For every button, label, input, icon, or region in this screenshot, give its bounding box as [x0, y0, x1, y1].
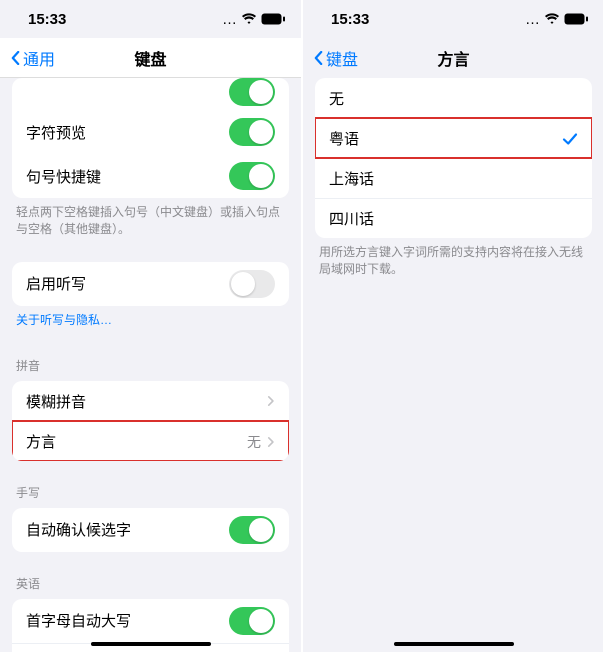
- back-label: 通用: [23, 46, 55, 70]
- row-label: 上海话: [329, 168, 578, 189]
- navbar: 通用 键盘: [0, 38, 301, 78]
- home-indicator: [394, 642, 514, 646]
- setting-row: 字符预览: [12, 110, 289, 154]
- cellular-icon: …: [525, 11, 540, 28]
- screen-keyboard-settings: 15:33 … 通用 键盘 字符预览句号快捷键 轻点两下空格键插入句号（中文键盘…: [0, 0, 301, 652]
- cellular-icon: …: [222, 11, 237, 28]
- setting-row: 首字母自动大写: [12, 599, 289, 643]
- setting-row: 自动确认候选字: [12, 508, 289, 552]
- row-label: 首字母自动大写: [26, 610, 229, 631]
- toggle-switch[interactable]: [229, 607, 275, 635]
- row-label: 字符预览: [26, 122, 229, 143]
- row-label: 无: [329, 88, 578, 109]
- status-time: 15:33: [28, 11, 66, 28]
- wifi-icon: [241, 13, 257, 25]
- section-header-english: 英语: [0, 570, 301, 599]
- battery-icon: [261, 13, 285, 25]
- dialect-option[interactable]: 四川话: [315, 198, 592, 238]
- nav-row[interactable]: 模糊拼音: [12, 381, 289, 421]
- chevron-right-icon: [267, 436, 275, 448]
- row-label: 方言: [26, 431, 247, 452]
- navbar: 键盘 方言: [303, 38, 603, 78]
- setting-row: 句号快捷键: [12, 154, 289, 198]
- status-icons: …: [525, 11, 588, 28]
- home-indicator: [91, 642, 211, 646]
- back-button[interactable]: 通用: [10, 46, 55, 70]
- status-bar: 15:33 …: [0, 0, 301, 38]
- toggle-switch[interactable]: [229, 78, 275, 106]
- chevron-right-icon: [267, 395, 275, 407]
- row-label: 粤语: [329, 128, 562, 149]
- toggle-switch[interactable]: [229, 516, 275, 544]
- nav-row[interactable]: 方言无: [12, 421, 289, 461]
- toggle-switch[interactable]: [229, 118, 275, 146]
- dialect-option[interactable]: 粤语: [315, 118, 592, 158]
- section-header-pinyin: 拼音: [0, 352, 301, 381]
- dialect-option[interactable]: 上海话: [315, 158, 592, 198]
- row-value: 无: [247, 432, 261, 452]
- setting-row: [12, 78, 289, 110]
- row-label: 句号快捷键: [26, 166, 229, 187]
- rows-switches-1: 字符预览句号快捷键: [12, 78, 289, 198]
- dictation-privacy-link[interactable]: 关于听写与隐私…: [0, 306, 301, 335]
- footer-note: 轻点两下空格键插入句号（中文键盘）或插入句点与空格（其他键盘）。: [0, 198, 301, 244]
- chevron-left-icon: [10, 51, 21, 65]
- status-time: 15:33: [331, 11, 369, 28]
- toggle-switch[interactable]: [229, 270, 275, 298]
- rows-handwrite: 自动确认候选字: [12, 508, 289, 552]
- battery-icon: [564, 13, 588, 25]
- row-label: 启用听写: [26, 273, 229, 294]
- rows-dialects: 无粤语上海话四川话: [315, 78, 592, 238]
- row-label: 四川话: [329, 208, 578, 229]
- section-header-handwrite: 手写: [0, 479, 301, 508]
- toggle-switch[interactable]: [229, 162, 275, 190]
- dialect-option[interactable]: 无: [315, 78, 592, 118]
- screen-dialect-select: 15:33 … 键盘 方言 无粤语上海话四川话 用所选方言键入字词所需的支持内容…: [303, 0, 603, 652]
- row-label: 自动确认候选字: [26, 519, 229, 540]
- content-scroller[interactable]: 无粤语上海话四川话 用所选方言键入字词所需的支持内容将在接入无线局域网时下载。: [303, 78, 603, 652]
- status-bar: 15:33 …: [303, 0, 603, 38]
- rows-pinyin: 模糊拼音方言无: [12, 381, 289, 461]
- footer-note: 用所选方言键入字词所需的支持内容将在接入无线局域网时下载。: [303, 238, 603, 284]
- row-label: 模糊拼音: [26, 391, 261, 412]
- rows-dictation: 启用听写: [12, 262, 289, 306]
- chevron-left-icon: [313, 51, 324, 65]
- back-label: 键盘: [326, 46, 358, 70]
- back-button[interactable]: 键盘: [313, 46, 358, 70]
- content-scroller[interactable]: 字符预览句号快捷键 轻点两下空格键插入句号（中文键盘）或插入句点与空格（其他键盘…: [0, 78, 301, 652]
- wifi-icon: [544, 13, 560, 25]
- checkmark-icon: [562, 131, 578, 147]
- dictation-row: 启用听写: [12, 262, 289, 306]
- status-icons: …: [222, 11, 285, 28]
